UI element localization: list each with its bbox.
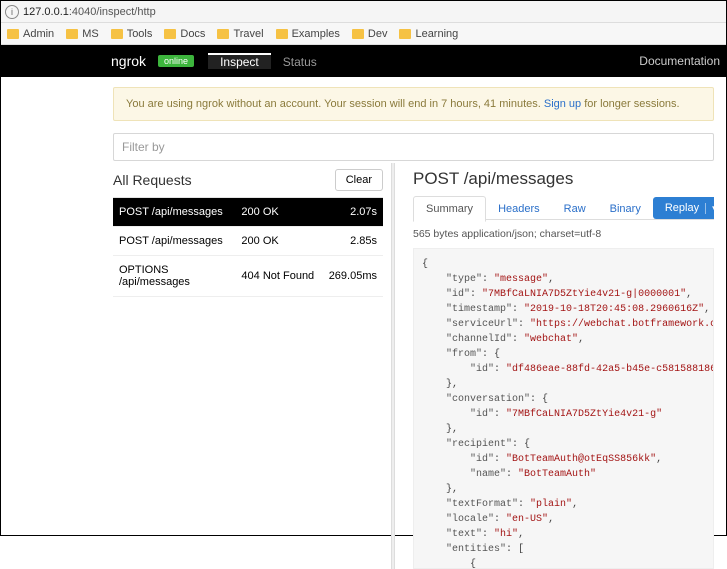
- folder-icon: [276, 29, 288, 39]
- request-row[interactable]: POST /api/messages200 OK2.85s: [113, 227, 383, 256]
- nav-tab[interactable]: Status: [271, 55, 329, 69]
- address-bar: i 127.0.0.1:4040/inspect/http: [1, 1, 726, 23]
- detail-tabs: SummaryHeadersRawBinary Replay▾: [413, 197, 714, 220]
- status-badge: online: [158, 55, 194, 67]
- url-text: 127.0.0.1:4040/inspect/http: [23, 6, 156, 18]
- filter-input[interactable]: Filter by: [113, 133, 714, 161]
- folder-icon: [7, 29, 19, 39]
- detail-tab[interactable]: Headers: [486, 197, 552, 221]
- bookmark-item[interactable]: Docs: [164, 28, 205, 40]
- bookmark-item[interactable]: Tools: [111, 28, 153, 40]
- chevron-down-icon[interactable]: ▾: [705, 203, 714, 214]
- signup-link[interactable]: Sign up: [544, 98, 581, 110]
- bookmark-item[interactable]: Learning: [399, 28, 458, 40]
- bookmark-item[interactable]: Examples: [276, 28, 340, 40]
- documentation-link[interactable]: Documentation: [639, 54, 720, 68]
- response-meta: 565 bytes application/json; charset=utf-…: [413, 228, 714, 240]
- detail-tab[interactable]: Summary: [413, 196, 486, 222]
- folder-icon: [164, 29, 176, 39]
- detail-tab[interactable]: Raw: [552, 197, 598, 221]
- request-row[interactable]: OPTIONS /api/messages404 Not Found269.05…: [113, 256, 383, 297]
- folder-icon: [217, 29, 229, 39]
- pane-resizer[interactable]: [391, 163, 395, 569]
- site-info-icon[interactable]: i: [5, 5, 19, 19]
- bookmark-item[interactable]: Admin: [7, 28, 54, 40]
- bookmark-item[interactable]: Travel: [217, 28, 263, 40]
- bookmark-label: Docs: [180, 28, 205, 40]
- request-row[interactable]: POST /api/messages200 OK2.07s: [113, 198, 383, 227]
- bookmark-item[interactable]: Dev: [352, 28, 388, 40]
- replay-button[interactable]: Replay▾: [653, 197, 714, 219]
- bookmark-item[interactable]: MS: [66, 28, 99, 40]
- clear-button[interactable]: Clear: [335, 169, 383, 191]
- bookmark-label: Admin: [23, 28, 54, 40]
- bookmark-label: Tools: [127, 28, 153, 40]
- folder-icon: [352, 29, 364, 39]
- folder-icon: [399, 29, 411, 39]
- folder-icon: [111, 29, 123, 39]
- detail-title: POST /api/messages: [413, 169, 714, 189]
- bookmark-label: Examples: [292, 28, 340, 40]
- bookmark-label: Learning: [415, 28, 458, 40]
- requests-table: POST /api/messages200 OK2.07sPOST /api/m…: [113, 197, 383, 297]
- response-body: { "type": "message", "id": "7MBfCaLNIA7D…: [413, 248, 714, 569]
- session-banner: You are using ngrok without an account. …: [113, 87, 714, 121]
- detail-tab[interactable]: Binary: [598, 197, 653, 221]
- folder-icon: [66, 29, 78, 39]
- requests-title: All Requests: [113, 172, 192, 188]
- bookmark-label: Travel: [233, 28, 263, 40]
- bookmark-label: MS: [82, 28, 99, 40]
- nav-tab[interactable]: Inspect: [208, 53, 271, 69]
- bookmarks-bar: Admin MS Tools Docs Travel Examples Dev Learnin…: [1, 23, 726, 45]
- app-navbar: ngrok online InspectStatus Documentation: [1, 45, 726, 77]
- bookmark-label: Dev: [368, 28, 388, 40]
- brand: ngrok: [111, 53, 146, 69]
